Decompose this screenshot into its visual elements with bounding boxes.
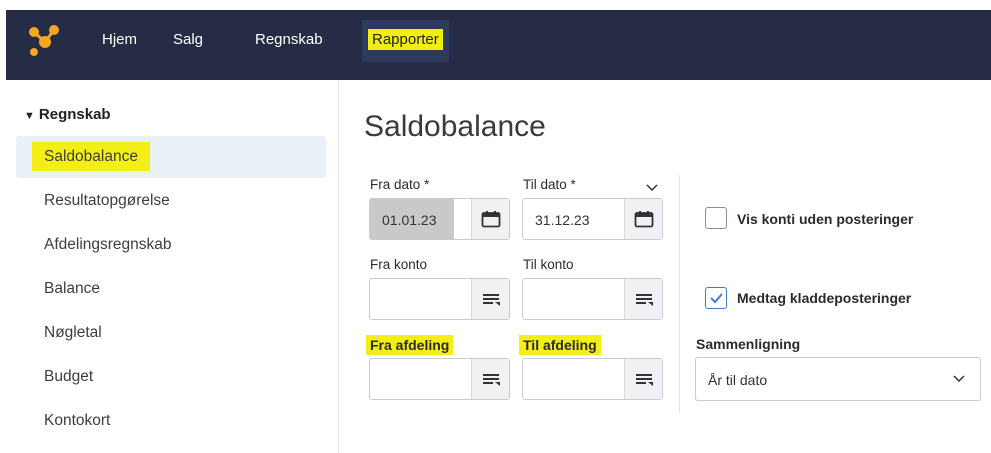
calendar-icon[interactable] xyxy=(471,199,509,239)
sidebar-item-afdelingsregnskab[interactable]: Afdelingsregnskab xyxy=(16,224,326,266)
nav-rapporter-label: Rapporter xyxy=(368,29,443,50)
chevron-down-icon xyxy=(953,375,965,383)
fra-dato-field[interactable]: 01.01.23 xyxy=(369,198,510,240)
caret-down-icon: ▼ xyxy=(24,110,35,122)
sidebar-item-nogletal[interactable]: Nøgletal xyxy=(16,312,326,354)
sidebar-item-resultatopgorelse[interactable]: Resultatopgørelse xyxy=(16,180,326,222)
til-afdeling-field[interactable] xyxy=(522,358,663,400)
vis-konti-label: Vis konti uden posteringer xyxy=(737,211,914,227)
fra-afdeling-field[interactable] xyxy=(369,358,510,400)
list-lookup-icon[interactable] xyxy=(471,279,509,319)
sammenligning-value: År til dato xyxy=(708,372,768,388)
til-dato-label: Til dato * xyxy=(523,177,576,192)
til-afdeling-label-text: Til afdeling xyxy=(519,335,601,355)
til-konto-field[interactable] xyxy=(522,278,663,320)
top-nav-bar: Hjem Salg Regnskab Rapporter xyxy=(6,10,991,80)
nav-salg[interactable]: Salg xyxy=(173,10,203,80)
fra-dato-label: Fra dato * xyxy=(370,177,430,192)
sidebar-section-label: Regnskab xyxy=(38,106,111,123)
list-lookup-icon[interactable] xyxy=(471,359,509,399)
list-lookup-icon[interactable] xyxy=(624,359,662,399)
fra-konto-label: Fra konto xyxy=(370,257,428,272)
list-lookup-icon[interactable] xyxy=(624,279,662,319)
nav-regnskab[interactable]: Regnskab xyxy=(255,10,323,80)
fra-dato-value: 01.01.23 xyxy=(370,199,454,239)
nav-hjem[interactable]: Hjem xyxy=(102,10,137,80)
nav-rapporter[interactable]: Rapporter xyxy=(362,20,449,62)
sidebar-item-kontokort[interactable]: Kontokort xyxy=(16,400,326,442)
medtag-label: Medtag kladdeposteringer xyxy=(737,290,912,306)
til-afdeling-label: Til afdeling xyxy=(519,335,601,355)
sidebar-item-budget[interactable]: Budget xyxy=(16,356,326,398)
medtag-checkbox[interactable] xyxy=(705,287,727,309)
vis-konti-checkbox[interactable] xyxy=(705,207,727,229)
checkmark-icon xyxy=(710,293,723,304)
calendar-icon[interactable] xyxy=(624,199,662,239)
fra-afdeling-label-text: Fra afdeling xyxy=(366,335,454,355)
page-title: Saldobalance xyxy=(364,110,546,143)
divider xyxy=(679,175,680,413)
til-konto-label: Til konto xyxy=(523,257,574,272)
sammenligning-label: Sammenligning xyxy=(696,336,801,352)
app-logo-icon[interactable] xyxy=(26,24,66,60)
fra-konto-field[interactable] xyxy=(369,278,510,320)
sammenligning-select[interactable]: År til dato xyxy=(695,357,981,401)
sidebar: ▼ Regnskab Saldobalance Resultatopgørelse… xyxy=(6,80,339,453)
chevron-down-icon[interactable] xyxy=(645,182,659,192)
til-dato-value: 31.12.23 xyxy=(535,212,590,228)
fra-afdeling-label: Fra afdeling xyxy=(366,335,454,355)
sidebar-item-saldobalance[interactable]: Saldobalance xyxy=(16,136,326,178)
sidebar-section-regnskab[interactable]: ▼ Regnskab xyxy=(24,106,111,123)
sidebar-item-label: Saldobalance xyxy=(32,142,150,171)
sidebar-item-balance[interactable]: Balance xyxy=(16,268,326,310)
til-dato-field[interactable]: 31.12.23 xyxy=(522,198,663,240)
